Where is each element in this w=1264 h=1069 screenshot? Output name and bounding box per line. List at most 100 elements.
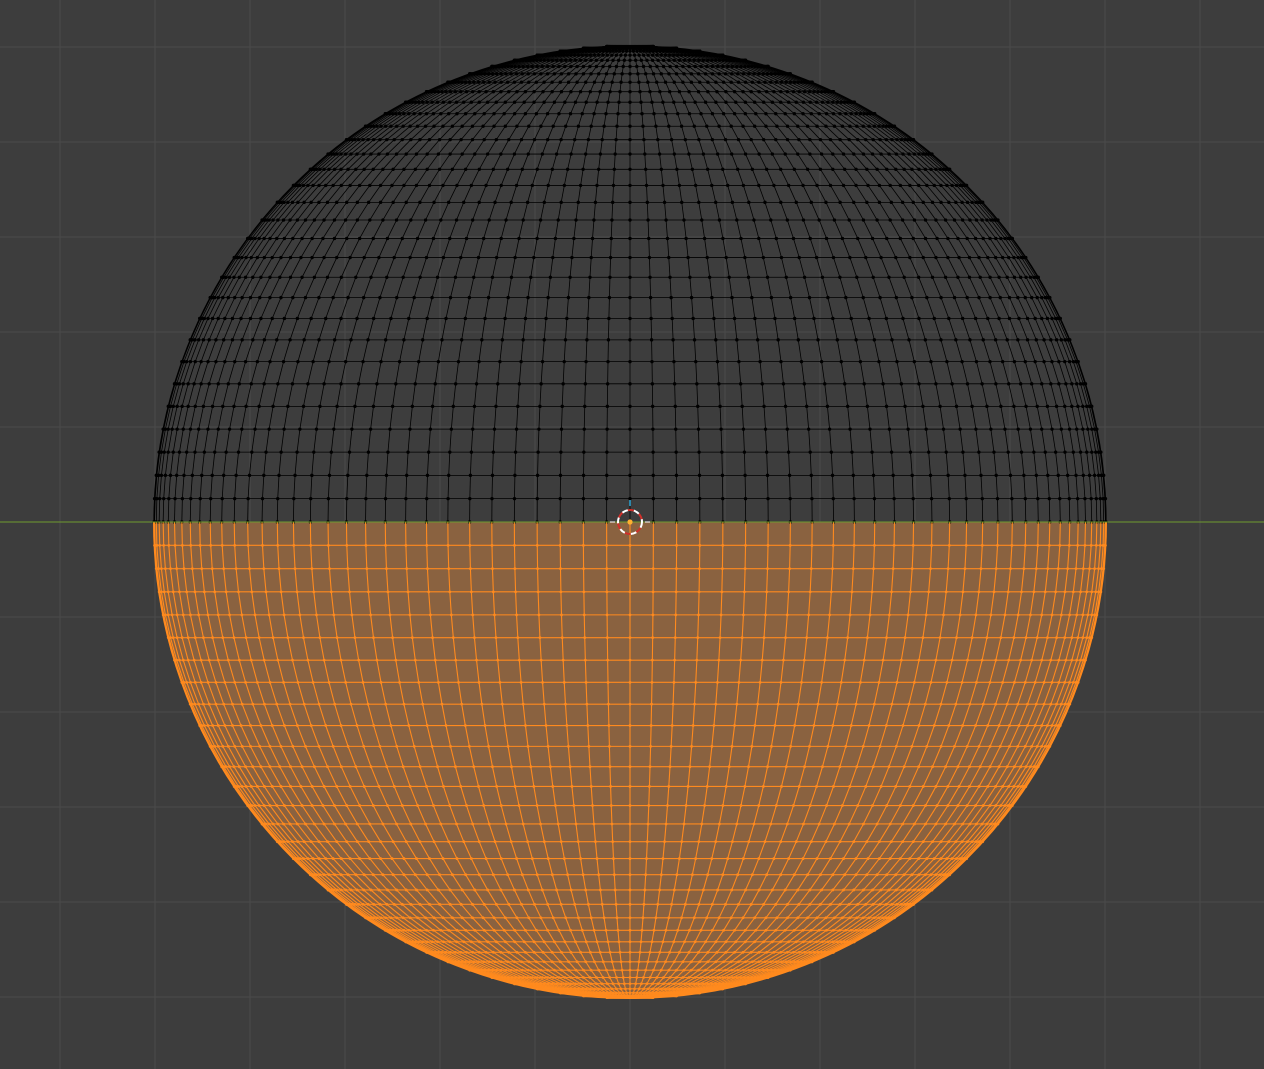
vertex <box>1006 236 1010 241</box>
selected-vertex <box>894 785 898 788</box>
selected-vertex <box>460 960 464 964</box>
selected-vertex <box>628 950 632 954</box>
selected-vertex <box>779 940 783 944</box>
selected-vertex <box>583 658 587 662</box>
selected-vertex <box>1012 636 1016 640</box>
selected-vertex <box>975 822 978 826</box>
selected-vertex <box>582 968 585 972</box>
selected-vertex <box>646 960 650 964</box>
vertex <box>441 100 446 104</box>
vertex <box>234 473 238 478</box>
selected-vertex <box>220 543 224 547</box>
selected-vertex <box>182 567 186 571</box>
vertex <box>408 255 412 260</box>
vertex <box>559 137 563 142</box>
vertex <box>1024 275 1028 279</box>
vertex <box>881 124 885 128</box>
vertex <box>431 112 436 116</box>
selected-vertex <box>1046 636 1049 640</box>
vertex <box>491 167 496 172</box>
selected-vertex <box>779 840 783 844</box>
vertex <box>891 473 895 478</box>
selected-vertex <box>240 744 244 748</box>
selected-vertex <box>486 888 490 892</box>
vertex <box>404 152 408 156</box>
vertex <box>207 382 211 386</box>
vertex <box>672 382 677 386</box>
vertex <box>752 100 757 104</box>
3d-viewport[interactable] <box>0 0 1264 1069</box>
selected-vertex <box>451 916 454 920</box>
selected-vertex <box>929 567 932 571</box>
vertex <box>468 473 473 478</box>
selected-vertex <box>614 987 618 991</box>
selected-vertex <box>703 804 706 807</box>
selected-vertex <box>459 902 463 906</box>
selected-vertex <box>408 785 412 788</box>
vertex <box>1067 427 1072 431</box>
selected-vertex <box>901 724 905 727</box>
vertex <box>504 218 508 222</box>
selected-vertex <box>697 840 701 844</box>
vertex <box>339 316 343 321</box>
vertex <box>499 90 503 94</box>
selected-vertex <box>353 902 357 906</box>
selected-vertex <box>775 916 779 920</box>
vertex <box>262 473 266 478</box>
selected-vertex <box>532 940 536 944</box>
selected-vertex <box>593 987 596 991</box>
vertex <box>509 200 513 205</box>
vertex <box>532 90 536 94</box>
selected-vertex <box>1013 765 1016 769</box>
selected-vertex <box>398 928 401 932</box>
vertex <box>535 58 539 62</box>
vertex <box>391 200 395 205</box>
vertex <box>446 496 450 501</box>
selected-vertex <box>770 888 774 892</box>
selected-vertex <box>328 567 331 571</box>
selected-vertex <box>673 658 677 662</box>
vertex <box>812 316 816 321</box>
vertex <box>977 295 981 300</box>
vertex <box>1025 338 1030 342</box>
selected-vertex <box>491 590 495 594</box>
vertex <box>230 338 235 342</box>
selected-vertex <box>355 888 359 892</box>
selected-vertex <box>206 680 210 684</box>
vertex <box>314 427 319 431</box>
selected-vertex <box>563 940 567 944</box>
selected-vertex <box>211 636 215 640</box>
vertex <box>539 124 543 128</box>
selected-vertex <box>1043 590 1047 594</box>
vertex <box>601 64 605 69</box>
selected-vertex <box>848 613 852 617</box>
vertex <box>400 137 404 142</box>
selected-vertex <box>562 680 566 684</box>
selected-vertex <box>672 987 676 991</box>
selected-vertex <box>944 765 947 769</box>
vertex <box>986 255 990 260</box>
vertex <box>1025 316 1030 321</box>
vertex <box>997 316 1001 321</box>
vertex <box>240 295 244 300</box>
selected-vertex <box>503 724 507 727</box>
selected-vertex <box>311 857 315 860</box>
selected-vertex <box>402 857 406 860</box>
selected-vertex <box>687 950 691 954</box>
selected-vertex <box>694 680 698 684</box>
vertex <box>843 100 847 104</box>
selected-vertex <box>899 902 903 906</box>
selected-vertex <box>652 928 656 932</box>
vertex <box>557 112 561 116</box>
vertex <box>425 100 429 104</box>
selected-vertex <box>824 916 828 920</box>
vertex <box>902 275 906 279</box>
vertex <box>348 183 352 188</box>
selected-vertex <box>673 636 677 640</box>
vertex <box>714 58 718 62</box>
vertex <box>377 255 381 260</box>
vertex <box>1049 338 1053 342</box>
vertex <box>494 404 498 409</box>
vertex <box>260 496 265 501</box>
selected-vertex <box>579 950 582 954</box>
